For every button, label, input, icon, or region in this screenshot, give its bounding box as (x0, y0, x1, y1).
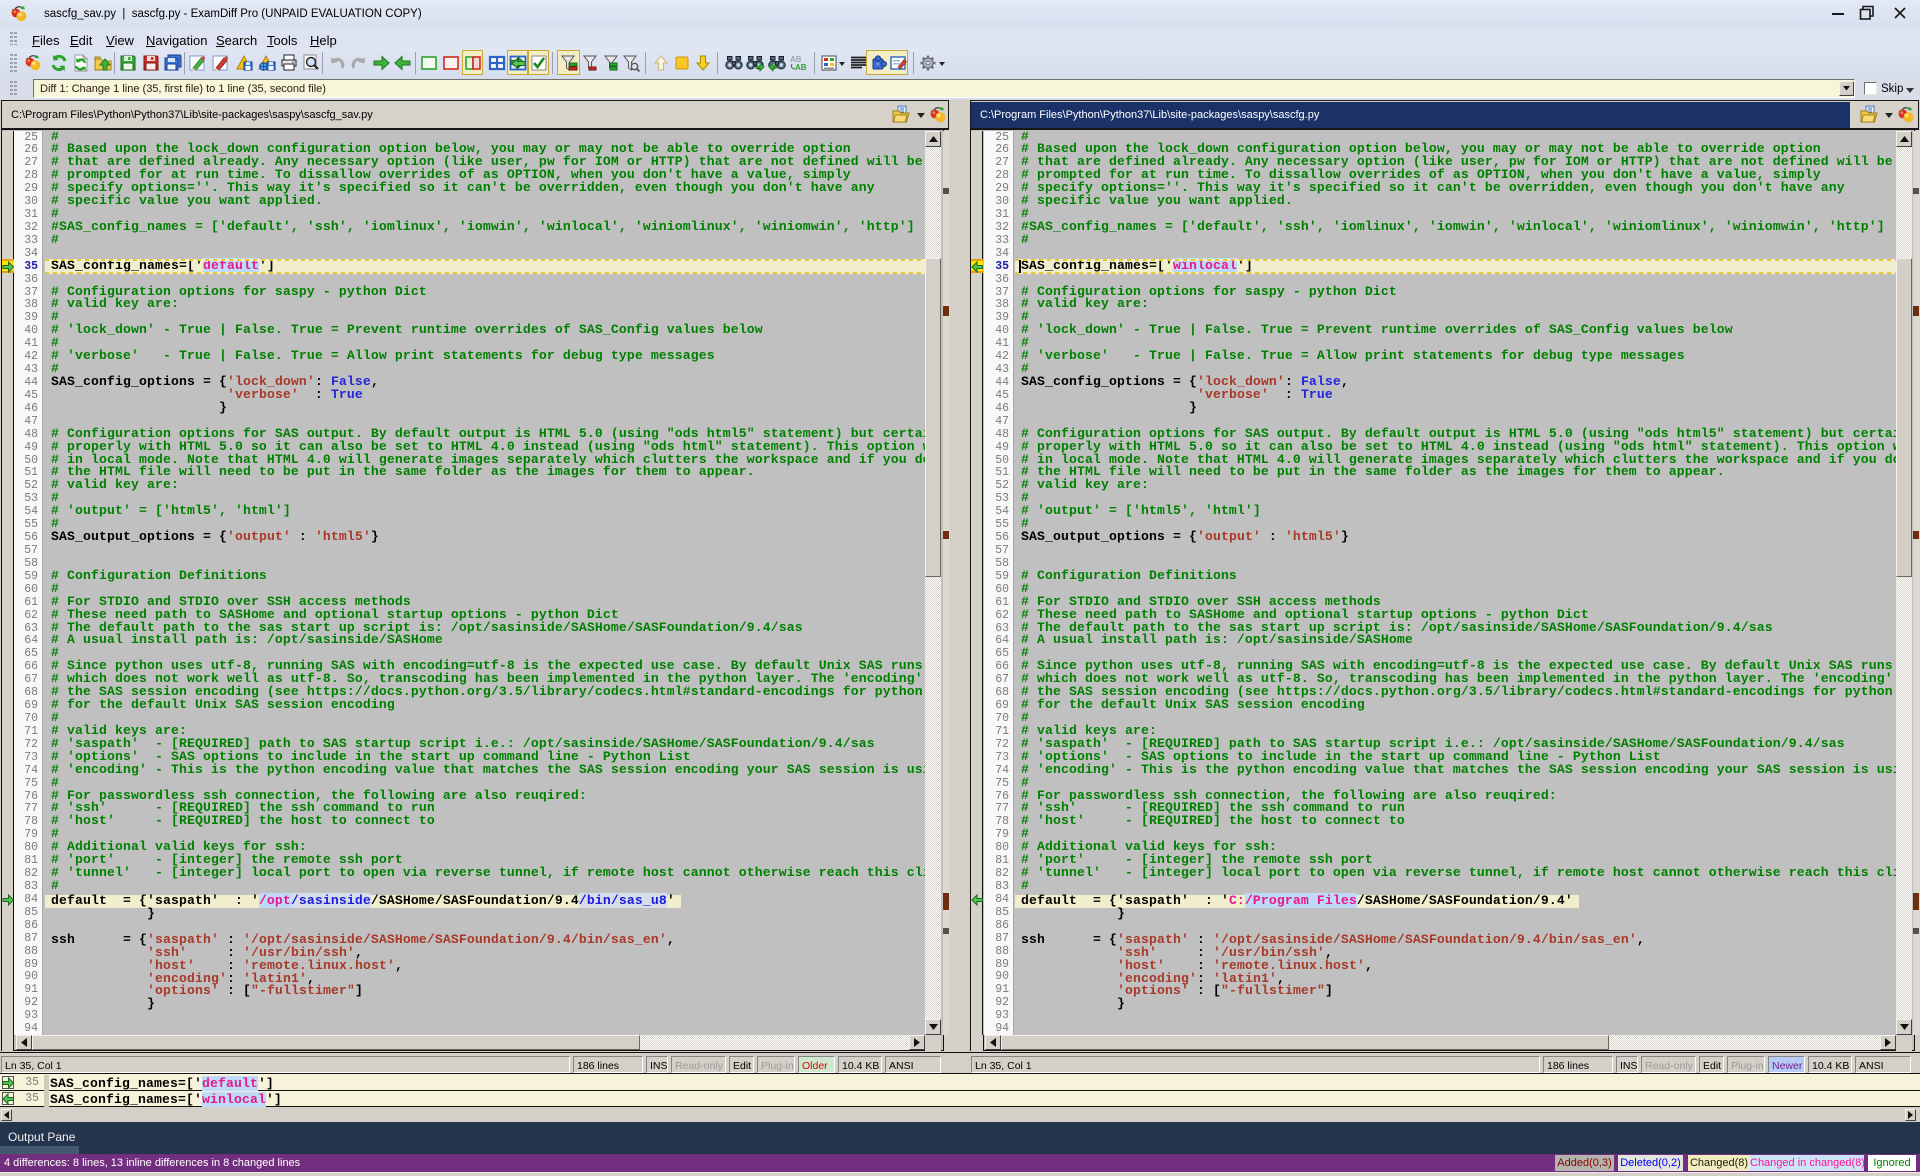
svg-text:AB: AB (795, 63, 807, 72)
